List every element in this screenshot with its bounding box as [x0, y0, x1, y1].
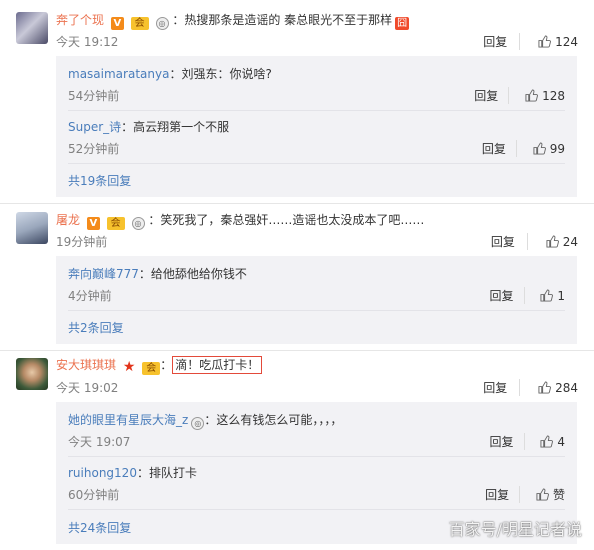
divider: [68, 456, 565, 457]
reply-item: 她的眼里有星辰大海_z ◎ ：这么有钱怎么可能，，，， 今天 19:07 回复 4: [68, 411, 565, 451]
reply-button[interactable]: 回复: [474, 87, 510, 104]
username[interactable]: 安大琪琪琪: [56, 358, 116, 372]
thumbs-up-icon[interactable]: [525, 89, 539, 102]
thumbs-up-icon[interactable]: [540, 289, 554, 302]
avatar[interactable]: [16, 358, 48, 390]
comment-time: 19分钟前: [56, 235, 108, 249]
thumbs-up-icon[interactable]: [538, 381, 552, 394]
comment-actions: 回复 124: [483, 33, 578, 50]
reply-button[interactable]: 回复: [485, 486, 521, 503]
vip-badge-icon: 会: [106, 217, 125, 230]
reply-username[interactable]: Super_诗: [68, 120, 121, 134]
divider: [68, 509, 565, 510]
comment-text: 滴！吃瓜打卡！: [172, 356, 263, 374]
reply-text: ：高云翔第一个不服: [121, 120, 230, 134]
replies-box: 奔向巅峰777：给他舔他给你钱不 4分钟前 回复 1 共2条回复: [56, 256, 577, 344]
reply-username[interactable]: 她的眼里有星辰大海_z: [68, 413, 188, 427]
reply-actions: 回复 99: [482, 140, 565, 157]
more-replies-link[interactable]: 共24条回复: [68, 519, 131, 536]
replies-box: masaimaratanya：刘强东：你说啥? 54分钟前 回复 128 Sup…: [56, 56, 577, 197]
reply-time: 今天 19:07: [68, 435, 131, 449]
reply-button[interactable]: 回复: [490, 433, 525, 450]
reply-text: ：刘强东：你说啥?: [169, 67, 272, 81]
reply-button[interactable]: 回复: [483, 379, 521, 396]
verified-badge-icon: V: [86, 217, 100, 230]
like-count: 124: [555, 35, 578, 49]
verified-badge-icon: V: [110, 17, 124, 30]
emoji-icon: 囧: [395, 17, 410, 30]
thumbs-up-icon[interactable]: [538, 35, 552, 48]
reply-actions: 回复 1: [490, 287, 565, 304]
comment-prefix: ：: [160, 358, 173, 372]
medal-icon: ◎: [191, 417, 205, 430]
avatar[interactable]: [16, 12, 48, 44]
reply-username[interactable]: 奔向巅峰777: [68, 267, 139, 281]
thumbs-up-icon[interactable]: [533, 142, 546, 155]
comment-line: 屠龙 V 会 ◎ ：笑死我了，秦总强奸……造谣也太没成本了吧……: [56, 211, 424, 230]
divider: [68, 310, 565, 311]
divider: [0, 203, 594, 204]
comment-actions: 回复 24: [491, 233, 578, 250]
medal-icon: ◎: [131, 217, 145, 230]
like-count: 24: [562, 235, 578, 249]
reply-text: ：这么有钱怎么可能，，，，: [204, 413, 343, 427]
avatar[interactable]: [16, 212, 48, 244]
reply-item: 奔向巅峰777：给他舔他给你钱不 4分钟前 回复 1: [68, 265, 565, 305]
more-replies-link[interactable]: 共19条回复: [68, 172, 131, 189]
reply-button[interactable]: 回复: [491, 233, 528, 250]
medal-icon: ◎: [155, 17, 169, 30]
reply-text: ：给他舔他给你钱不: [138, 267, 247, 281]
reply-actions: 回复 128: [474, 87, 565, 104]
thumbs-up-icon[interactable]: [546, 235, 559, 248]
comment-time: 今天 19:12: [56, 35, 119, 49]
more-replies-link[interactable]: 共2条回复: [68, 319, 124, 336]
reply-time: 60分钟前: [68, 488, 120, 502]
reply-time: 52分钟前: [68, 142, 120, 156]
vip-badge-icon: 会: [130, 17, 149, 30]
reply-actions: 回复 4: [490, 433, 565, 450]
like-count: 赞: [552, 488, 565, 502]
reply-item: Super_诗：高云翔第一个不服 52分钟前 回复 99: [68, 118, 565, 158]
reply-button[interactable]: 回复: [490, 287, 525, 304]
reply-username[interactable]: ruihong120: [68, 466, 137, 480]
like-count: 99: [549, 142, 565, 156]
comment-actions: 回复 284: [483, 379, 578, 396]
reply-time: 54分钟前: [68, 89, 120, 103]
reply-button[interactable]: 回复: [482, 140, 517, 157]
reply-item: ruihong120：排队打卡 60分钟前 回复 赞: [68, 464, 565, 504]
thumbs-up-icon[interactable]: [540, 435, 554, 448]
watermark: 百家号/明星记者说: [448, 520, 582, 539]
comment-text: ：热搜那条是造谣的 秦总眼光不至于那样: [172, 13, 393, 27]
divider: [68, 163, 565, 164]
comment-line: 奔了个现 V 会 ◎ ：热搜那条是造谣的 秦总眼光不至于那样囧: [56, 11, 410, 30]
star-icon: ★: [122, 359, 136, 375]
username[interactable]: 奔了个现: [56, 13, 104, 27]
reply-item: masaimaratanya：刘强东：你说啥? 54分钟前 回复 128: [68, 65, 565, 105]
like-count: 128: [542, 89, 565, 103]
thumbs-up-icon[interactable]: [536, 488, 549, 501]
vip-badge-icon: 会: [142, 362, 161, 375]
comment-text: ：笑死我了，秦总强奸……造谣也太没成本了吧……: [148, 213, 425, 227]
like-count: 4: [557, 435, 565, 449]
comment-line: 安大琪琪琪 ★ 会：滴！吃瓜打卡！: [56, 356, 263, 375]
divider: [0, 350, 594, 351]
reply-username[interactable]: masaimaratanya: [68, 67, 169, 81]
reply-button[interactable]: 回复: [483, 33, 521, 50]
reply-text: ：排队打卡: [136, 466, 197, 480]
reply-actions: 回复 赞: [485, 486, 565, 503]
like-count: 284: [555, 381, 578, 395]
comment-time: 今天 19:02: [56, 381, 119, 395]
divider: [68, 110, 565, 111]
username[interactable]: 屠龙: [56, 213, 80, 227]
like-count: 1: [557, 289, 565, 303]
reply-time: 4分钟前: [68, 289, 112, 303]
